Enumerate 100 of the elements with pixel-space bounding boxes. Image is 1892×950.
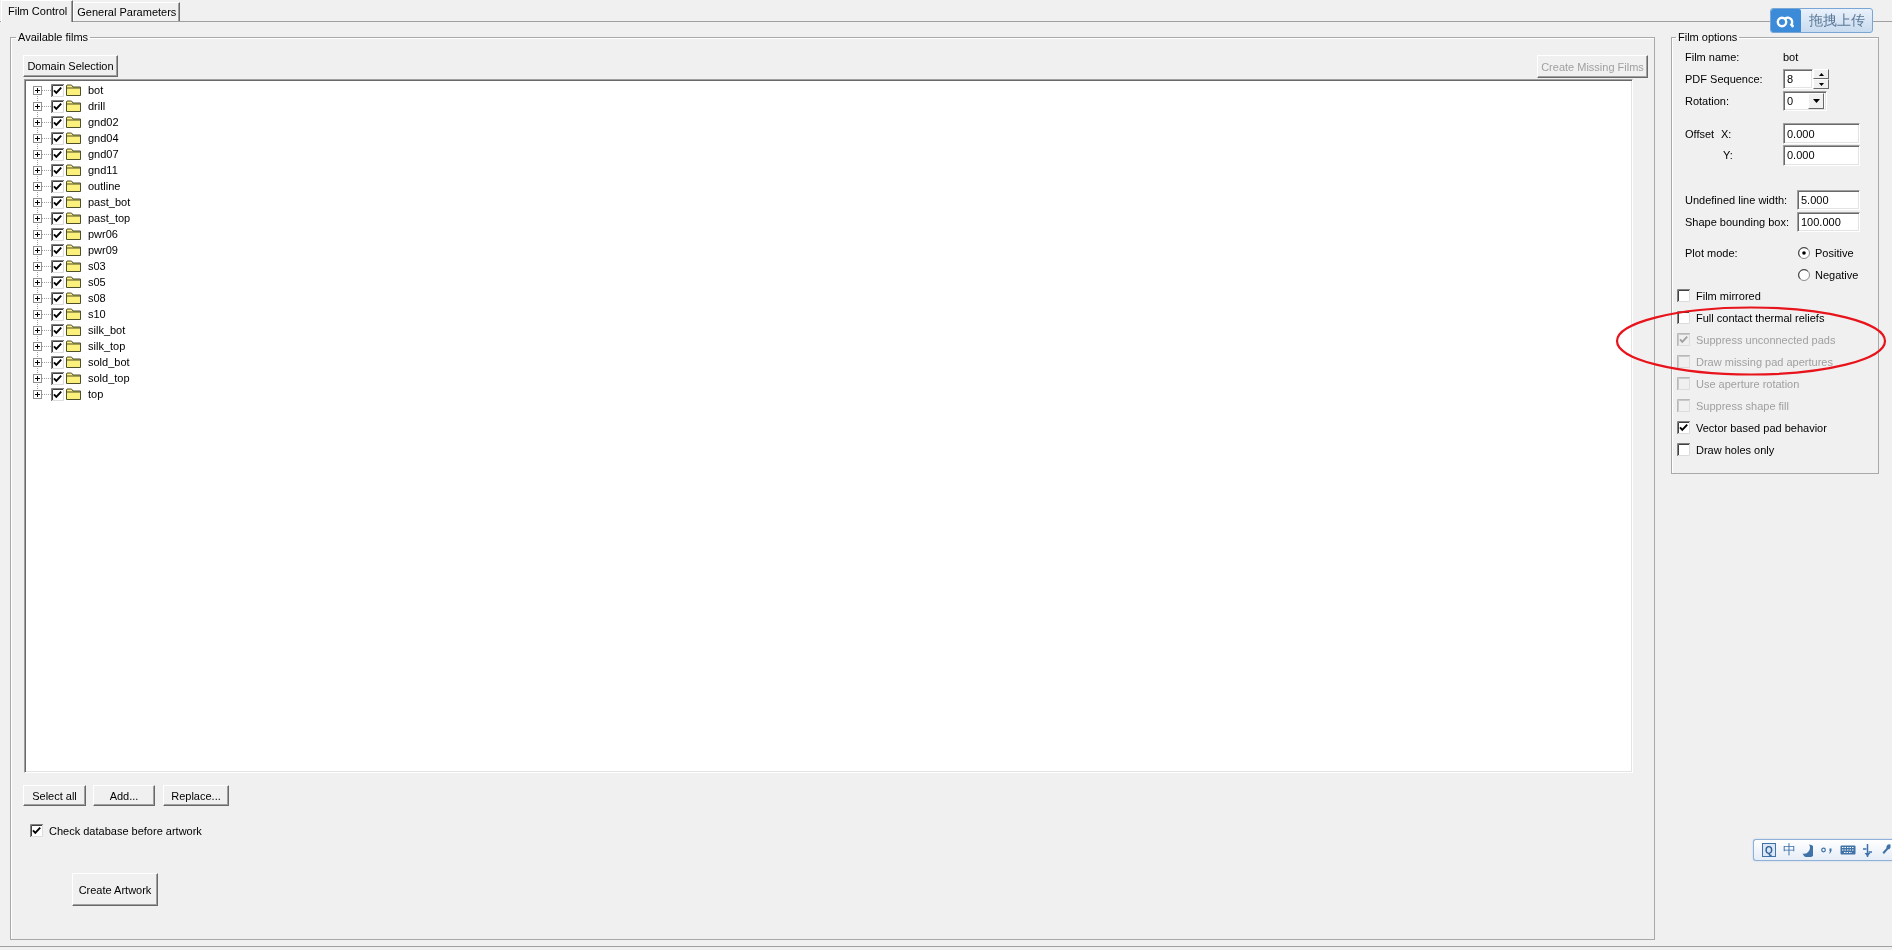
ime-logo-button[interactable]: Q [1762,843,1776,857]
film-checkbox[interactable] [51,211,64,225]
film-name[interactable]: past_bot [88,196,131,208]
dropdown-button[interactable] [1808,93,1824,109]
expand-plus-icon[interactable] [33,277,42,287]
keyboard-icon[interactable] [1840,845,1856,855]
expand-plus-icon[interactable] [33,357,42,367]
radio-label[interactable]: Positive [1815,247,1854,259]
checkbox-label[interactable]: Film mirrored [1696,289,1761,302]
bounding-box-field[interactable]: 100.000 [1797,212,1860,232]
film-checkbox[interactable] [51,291,64,305]
expand-plus-icon[interactable] [33,197,42,207]
expand-plus-icon[interactable] [33,117,42,127]
line-width-field[interactable]: 5.000 [1797,190,1860,210]
film-name[interactable]: pwr09 [88,244,118,256]
film-checkbox[interactable] [51,243,64,257]
punctuation-icon[interactable] [1821,846,1832,854]
film-checkbox[interactable] [51,339,64,353]
film-name[interactable]: outline [88,180,121,192]
expand-plus-icon[interactable] [33,261,42,271]
folder-icon [66,164,81,176]
create-artwork-button[interactable]: Create Artwork [72,873,158,906]
expand-plus-icon[interactable] [33,165,42,175]
expand-plus-icon[interactable] [33,133,42,143]
expand-plus-icon[interactable] [33,293,42,303]
checkbox[interactable] [1677,421,1690,434]
film-name[interactable]: past_top [88,212,131,224]
expand-plus-icon[interactable] [33,341,42,351]
radio-button[interactable] [1798,269,1810,281]
tab[interactable]: General Parameters [73,2,181,21]
film-checkbox[interactable] [51,83,64,97]
spin-down-button[interactable] [1813,79,1829,89]
checkbox[interactable] [1677,289,1690,302]
checkbox[interactable] [1677,443,1690,456]
expand-plus-icon[interactable] [33,101,42,111]
checkbox[interactable] [30,824,43,837]
film-name[interactable]: s05 [88,276,106,288]
film-checkbox[interactable] [51,387,64,401]
film-name[interactable]: sold_top [88,372,130,384]
field-label: Undefined line width: [1685,194,1789,206]
film-name[interactable]: s08 [88,292,106,304]
expand-plus-icon[interactable] [33,373,42,383]
pdf-sequence-field[interactable]: 8 [1783,69,1813,89]
film-name[interactable]: s03 [88,260,106,272]
radio-label[interactable]: Negative [1815,269,1859,281]
expand-plus-icon[interactable] [33,229,42,239]
film-checkbox[interactable] [51,371,64,385]
action-button[interactable]: Replace... [163,785,229,806]
expand-plus-icon[interactable] [33,181,42,191]
radio-button[interactable] [1798,247,1810,259]
expand-plus-icon[interactable] [33,213,42,223]
expand-plus-icon[interactable] [33,309,42,319]
film-checkbox[interactable] [51,195,64,209]
film-checkbox[interactable] [51,99,64,113]
expand-plus-icon[interactable] [33,325,42,335]
offset-x-field[interactable]: 0.000 [1783,123,1860,144]
upload-button[interactable]: 拖拽上传 [1770,8,1873,33]
action-button[interactable]: Select all [23,785,86,806]
film-name[interactable]: gnd02 [88,116,119,128]
rotation-dropdown[interactable]: 0 [1783,91,1827,111]
ime-mode-button[interactable]: 中 [1783,843,1796,857]
film-checkbox[interactable] [51,147,64,161]
checkbox-label[interactable]: Check database before artwork [49,824,202,837]
action-button[interactable]: Add... [93,785,155,806]
wrench-icon[interactable] [1882,844,1891,856]
film-name[interactable]: drill [88,100,106,112]
film-name[interactable]: pwr06 [88,228,118,240]
split-arrow-icon[interactable] [1863,843,1872,857]
film-name[interactable]: s10 [88,308,106,320]
film-checkbox[interactable] [51,307,64,321]
checkbox-label[interactable]: Draw holes only [1696,443,1775,456]
film-checkbox[interactable] [51,115,64,129]
film-checkbox[interactable] [51,227,64,241]
checkbox-label[interactable]: Vector based pad behavior [1696,421,1827,434]
expand-plus-icon[interactable] [33,245,42,255]
expand-plus-icon[interactable] [33,85,42,95]
film-name[interactable]: sold_bot [88,356,130,368]
film-checkbox[interactable] [51,275,64,289]
up-arrow-icon [1818,72,1824,76]
film-checkbox[interactable] [51,163,64,177]
film-name[interactable]: silk_bot [88,324,126,336]
film-name[interactable]: bot [88,84,104,96]
film-name[interactable]: gnd11 [88,164,118,176]
film-checkbox[interactable] [51,179,64,193]
film-checkbox[interactable] [51,355,64,369]
film-name[interactable]: silk_top [88,340,126,352]
spin-up-button[interactable] [1813,69,1829,79]
film-name[interactable]: gnd07 [88,148,119,160]
expand-plus-icon[interactable] [33,149,42,159]
film-name[interactable]: gnd04 [88,132,119,144]
crescent-moon-icon[interactable] [1802,843,1813,857]
tab[interactable]: Film Control [1,0,74,22]
expand-plus-icon[interactable] [33,389,42,399]
film-checkbox[interactable] [51,323,64,337]
offset-y-field[interactable]: 0.000 [1783,144,1860,166]
film-name[interactable]: top [88,388,104,400]
film-checkbox[interactable] [51,259,64,273]
film-checkbox[interactable] [51,131,64,145]
domain-selection-button[interactable]: Domain Selection [23,55,118,77]
checkbox-label[interactable]: Full contact thermal reliefs [1696,311,1825,324]
